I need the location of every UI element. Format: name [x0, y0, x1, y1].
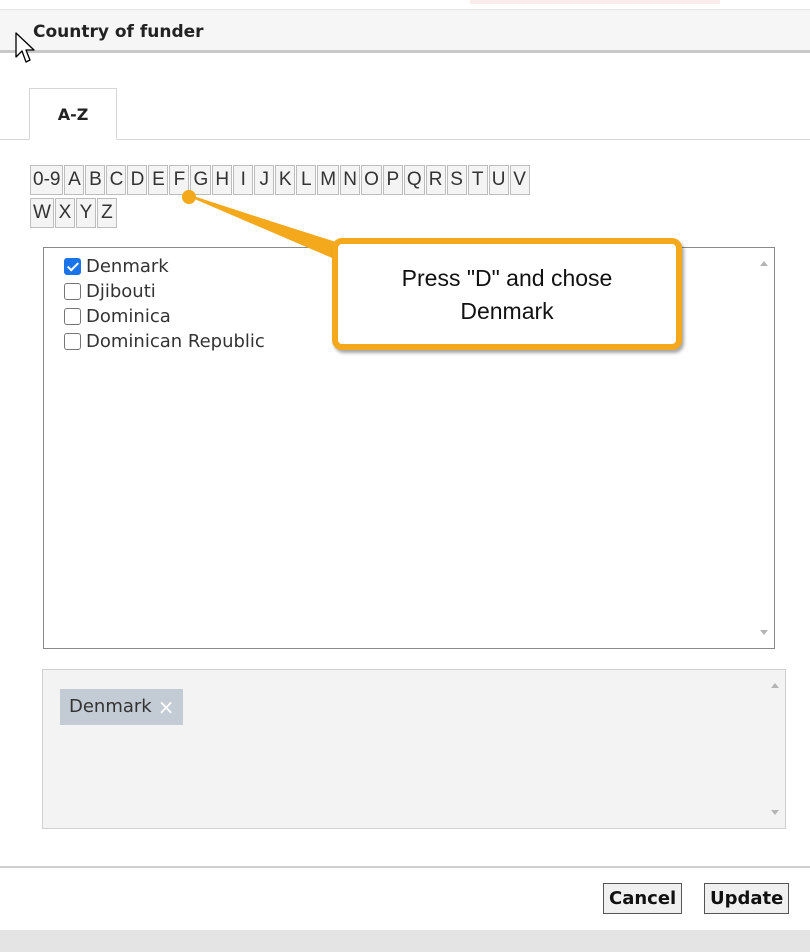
letter-j[interactable]: J: [254, 165, 275, 195]
letter-m[interactable]: M: [317, 165, 340, 195]
letter-b[interactable]: B: [85, 165, 106, 195]
tabs-underline: [0, 139, 810, 140]
list-item-dominica[interactable]: Dominica: [64, 304, 265, 329]
checkbox-dominica[interactable]: [64, 308, 81, 325]
list-item-label: Dominican Republic: [86, 331, 265, 352]
list-item-label: Denmark: [86, 256, 169, 277]
letter-r[interactable]: R: [425, 165, 446, 195]
letter-d[interactable]: D: [127, 165, 148, 195]
selected-scrollbar[interactable]: [766, 671, 784, 827]
list-scrollbar[interactable]: [755, 249, 773, 647]
list-item-label: Dominica: [86, 306, 171, 327]
letter-c[interactable]: C: [106, 165, 127, 195]
top-strip: [0, 0, 810, 9]
list-item-djibouti[interactable]: Djibouti: [64, 279, 265, 304]
list-item-denmark[interactable]: Denmark: [64, 254, 265, 279]
dialog-header: Country of funder: [0, 9, 810, 53]
annotation-callout: Press "D" and chose Denmark: [332, 238, 682, 350]
letter-t[interactable]: T: [467, 165, 488, 195]
dialog-title: Country of funder: [33, 22, 204, 42]
footer-divider: [0, 866, 810, 868]
update-button[interactable]: Update: [704, 883, 790, 914]
scroll-up-icon[interactable]: [771, 683, 779, 688]
callout-line-2: Denmark: [460, 298, 554, 324]
letter-filter-bar: 0-9 A B C D E F G H I J K L M N O P Q R S T U V W X Y Z: [30, 165, 770, 231]
letter-n[interactable]: N: [340, 165, 361, 195]
scroll-down-icon[interactable]: [760, 630, 768, 635]
list-item-label: Djibouti: [86, 281, 156, 302]
letter-g[interactable]: G: [190, 165, 212, 195]
selected-chip-denmark[interactable]: Denmark ×: [60, 689, 183, 725]
letter-f[interactable]: F: [169, 165, 190, 195]
letter-u[interactable]: U: [488, 165, 509, 195]
checkbox-djibouti[interactable]: [64, 283, 81, 300]
checkbox-dominican-republic[interactable]: [64, 333, 81, 350]
letter-p[interactable]: P: [382, 165, 403, 195]
scroll-up-icon[interactable]: [760, 261, 768, 266]
letter-q[interactable]: Q: [403, 165, 425, 195]
letter-h[interactable]: H: [212, 165, 233, 195]
letter-a[interactable]: A: [64, 165, 85, 195]
list-item-dominican-republic[interactable]: Dominican Republic: [64, 329, 265, 354]
letter-x[interactable]: X: [54, 198, 75, 228]
chip-label: Denmark: [69, 696, 152, 717]
letter-o[interactable]: O: [361, 165, 382, 195]
letter-z[interactable]: Z: [96, 198, 117, 228]
callout-line-1: Press "D" and chose: [401, 265, 613, 291]
letter-v[interactable]: V: [509, 165, 530, 195]
letter-w[interactable]: W: [30, 198, 54, 228]
letter-s[interactable]: S: [446, 165, 467, 195]
mouse-pointer-icon: [15, 32, 35, 63]
letter-e[interactable]: E: [148, 165, 169, 195]
selected-items-box: Denmark ×: [42, 669, 786, 829]
checkbox-denmark[interactable]: [64, 258, 81, 275]
letter-i[interactable]: I: [233, 165, 254, 195]
bottom-bar: [0, 930, 810, 952]
cancel-button[interactable]: Cancel: [603, 883, 683, 914]
letter-0-9[interactable]: 0-9: [30, 165, 64, 195]
letter-l[interactable]: L: [296, 165, 317, 195]
close-icon[interactable]: ×: [158, 689, 175, 725]
tab-a-z[interactable]: A-Z: [29, 88, 117, 140]
letter-k[interactable]: K: [275, 165, 296, 195]
scroll-down-icon[interactable]: [771, 810, 779, 815]
letter-y[interactable]: Y: [75, 198, 96, 228]
